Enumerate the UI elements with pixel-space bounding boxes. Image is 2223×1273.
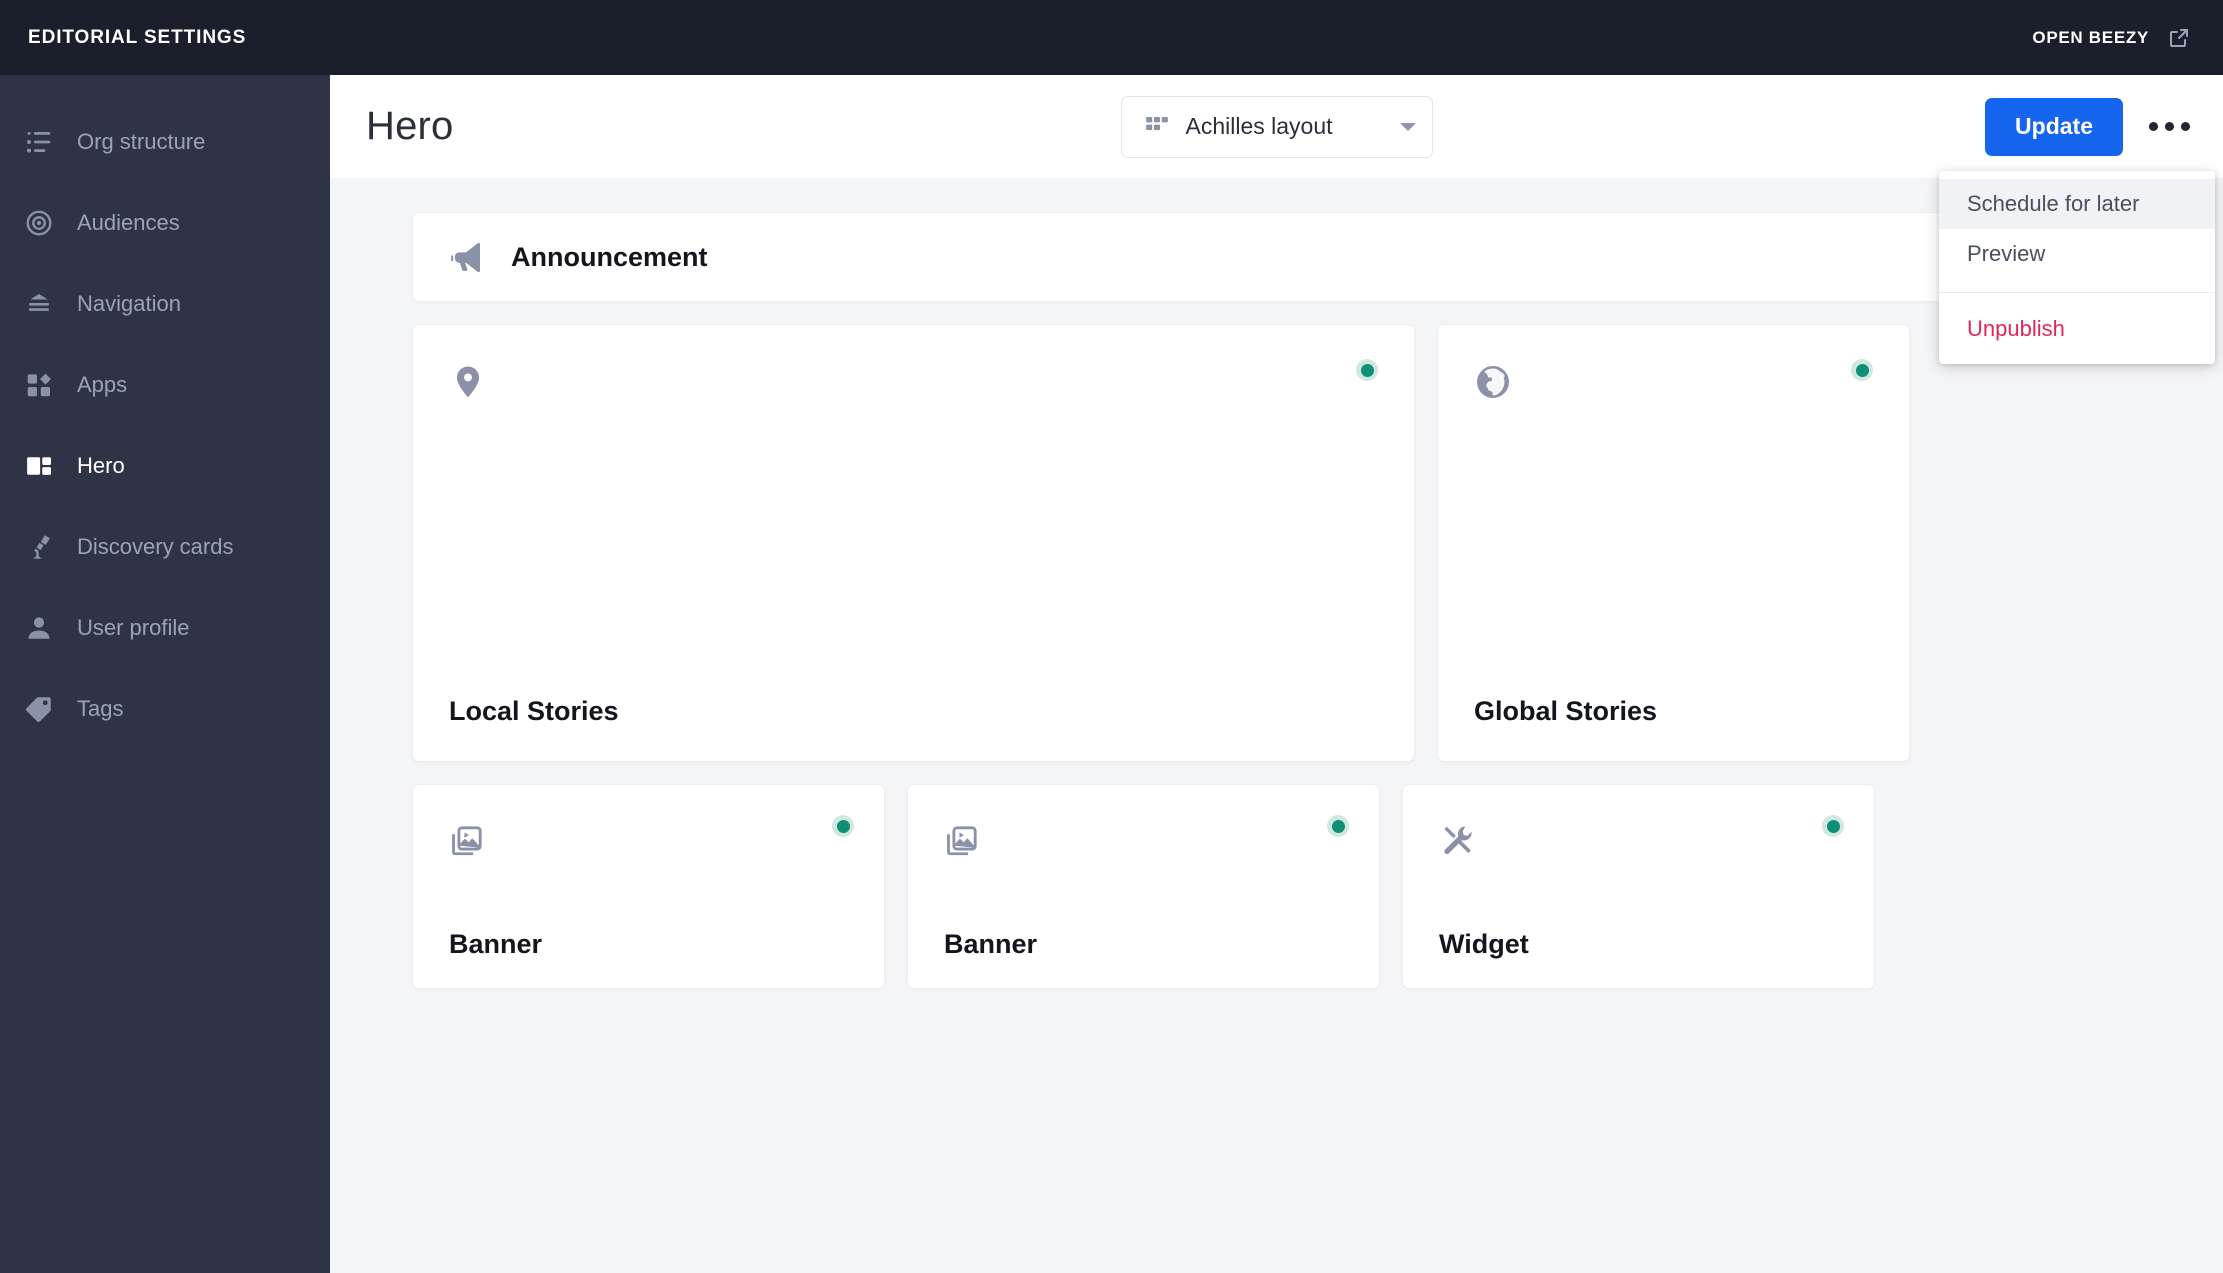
sidebar-item-audiences[interactable]: Audiences: [0, 182, 330, 263]
map-pin-icon: [449, 363, 487, 401]
sidebar-item-label: Audiences: [77, 209, 180, 235]
menu-divider: [1939, 292, 2215, 293]
tiles-row-1: Local Stories Global Stories: [412, 324, 2115, 762]
layout-grid-icon: [1144, 111, 1170, 142]
layout-select[interactable]: Achilles layout: [1120, 95, 1433, 158]
page-header: Hero Achilles layout Update: [330, 75, 2223, 178]
app-brand-title: EDITORIAL SETTINGS: [28, 26, 247, 48]
sidebar-item-label: Discovery cards: [77, 533, 234, 559]
app-body: Org structure Audiences Navigation Apps …: [0, 75, 2223, 1273]
top-bar-actions: OPEN BEEZY: [2032, 26, 2197, 50]
telescope-icon: [24, 532, 54, 562]
layout-select-value: Achilles layout: [1185, 113, 1333, 139]
tile-banner-1[interactable]: Banner: [412, 784, 885, 989]
menu-item-preview[interactable]: Preview: [1939, 229, 2215, 279]
person-icon: [24, 613, 54, 643]
tile-title: Banner: [944, 929, 1038, 959]
media-image-icon: [944, 823, 982, 861]
sidebar-item-user-profile[interactable]: User profile: [0, 587, 330, 668]
page-title: Hero: [366, 104, 454, 148]
globe-icon: [1474, 363, 1512, 401]
tile-title: Widget: [1439, 929, 1529, 959]
sidebar-item-apps[interactable]: Apps: [0, 344, 330, 425]
tile-title: Local Stories: [449, 696, 619, 726]
layout-icon: [24, 451, 54, 481]
sidebar-item-label: Tags: [77, 695, 124, 721]
sidebar-item-tags[interactable]: Tags: [0, 668, 330, 749]
sidebar-item-hero[interactable]: Hero: [0, 425, 330, 506]
status-dot: [1826, 819, 1840, 833]
sidebar-item-navigation[interactable]: Navigation: [0, 263, 330, 344]
kebab-dot: [2180, 122, 2190, 131]
status-dot: [1331, 819, 1345, 833]
media-image-icon: [449, 823, 487, 861]
sidebar-item-org-structure[interactable]: Org structure: [0, 101, 330, 182]
more-options-menu: Schedule for later Preview Unpublish: [1939, 171, 2215, 364]
sidebar-item-label: Apps: [77, 371, 128, 397]
more-options-button[interactable]: [2141, 103, 2197, 151]
status-badge: [832, 815, 854, 837]
tile-global-stories[interactable]: Global Stories: [1437, 324, 1910, 762]
external-link-icon[interactable]: [2167, 26, 2191, 50]
menu-lines-icon: [24, 289, 54, 319]
status-badge: [1327, 815, 1349, 837]
sidebar-item-label: Org structure: [77, 128, 206, 154]
app-root: EDITORIAL SETTINGS OPEN BEEZY Org struct…: [0, 0, 2223, 1273]
kebab-dot: [2148, 122, 2158, 131]
chevron-down-icon: [1399, 122, 1416, 131]
tile-title: Banner: [449, 929, 543, 959]
status-dot: [1360, 363, 1374, 377]
sidebar-nav: Org structure Audiences Navigation Apps …: [0, 75, 330, 1273]
status-badge: [1822, 815, 1844, 837]
status-badge: [1851, 359, 1873, 381]
status-dot: [1855, 363, 1869, 377]
status-dot: [836, 819, 850, 833]
sidebar-item-discovery-cards[interactable]: Discovery cards: [0, 506, 330, 587]
top-bar: EDITORIAL SETTINGS OPEN BEEZY: [0, 0, 2223, 75]
tile-widget[interactable]: Widget: [1402, 784, 1875, 989]
tile-local-stories[interactable]: Local Stories: [412, 324, 1415, 762]
sidebar-item-label: User profile: [77, 614, 190, 640]
menu-item-schedule-for-later[interactable]: Schedule for later: [1939, 179, 2215, 229]
tools-icon: [1439, 823, 1477, 861]
megaphone-icon: [447, 238, 485, 276]
kebab-dot: [2164, 122, 2174, 131]
header-actions: Update: [1985, 97, 2197, 156]
open-beezy-link[interactable]: OPEN BEEZY: [2032, 28, 2149, 48]
grid-apps-icon: [24, 370, 54, 400]
tiles-row-2: Banner Banner Widget: [412, 784, 2115, 989]
tile-banner-2[interactable]: Banner: [907, 784, 1380, 989]
target-icon: [24, 208, 54, 238]
menu-item-unpublish[interactable]: Unpublish: [1939, 304, 2215, 354]
announcement-title: Announcement: [511, 241, 708, 272]
sidebar-item-label: Navigation: [77, 290, 181, 316]
update-button[interactable]: Update: [1985, 97, 2123, 156]
tile-title: Global Stories: [1474, 696, 1658, 726]
list-icon: [24, 127, 54, 157]
announcement-card[interactable]: Announcement: [412, 212, 2115, 302]
tag-icon: [24, 694, 54, 724]
status-badge: [1356, 359, 1378, 381]
sidebar-item-label: Hero: [77, 452, 125, 478]
